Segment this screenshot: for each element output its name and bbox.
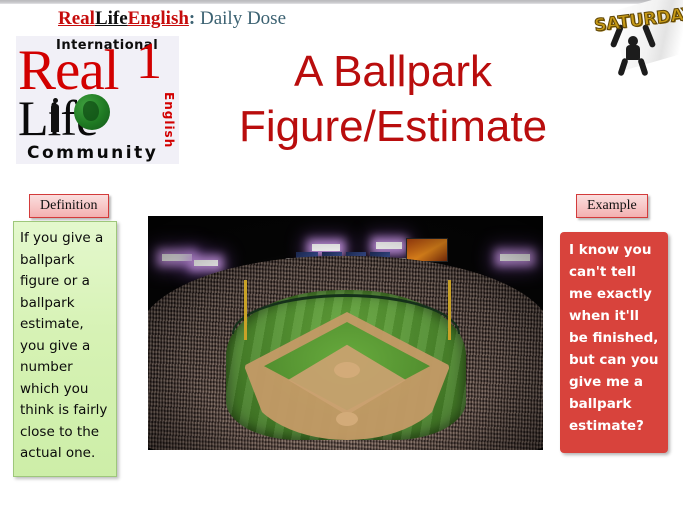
title-line-2: Figure/Estimate xyxy=(238,102,548,151)
foul-pole xyxy=(244,280,247,340)
foul-pole xyxy=(448,280,451,340)
person-silhouette-icon xyxy=(50,98,60,132)
slide-canvas: RealLifeEnglish: Daily Dose Internationa… xyxy=(0,0,683,514)
brand-real-text: Real xyxy=(58,8,95,29)
logo-one-glyph: 1 xyxy=(136,33,162,90)
scoreboard xyxy=(406,238,448,262)
stadium-light-bank xyxy=(162,254,192,261)
title-line-1: A Ballpark xyxy=(293,47,493,96)
example-panel: I know you can't tell me exactly when it… xyxy=(560,232,668,453)
globe-icon xyxy=(74,94,110,130)
brand-life-text: Life xyxy=(94,8,128,29)
definition-panel: If you give a ballpark figure or a ballp… xyxy=(13,221,117,477)
logo-english-text: English xyxy=(162,92,176,149)
brand-english-text: English xyxy=(127,8,189,29)
stadium-light-bank xyxy=(500,254,530,261)
site-header: RealLifeEnglish: Daily Dose xyxy=(58,8,286,30)
example-badge: Example xyxy=(576,194,648,218)
header-subtitle: Daily Dose xyxy=(195,8,287,29)
logo-community-text: Community xyxy=(27,143,159,163)
stadium-photo xyxy=(148,216,543,450)
pitchers-mound xyxy=(334,362,360,378)
home-plate-area xyxy=(336,412,358,426)
day-of-week-badge: SATURDAY xyxy=(580,0,683,77)
definition-badge: Definition xyxy=(29,194,109,218)
stadium-light-bank xyxy=(194,260,218,266)
page-title: A Ballpark Figure/Estimate xyxy=(186,44,600,154)
reallifeenglish-logo: International Real 1 Life English Commun… xyxy=(16,36,179,164)
stadium-light-bank xyxy=(376,242,402,249)
stadium-light-bank xyxy=(312,244,340,251)
